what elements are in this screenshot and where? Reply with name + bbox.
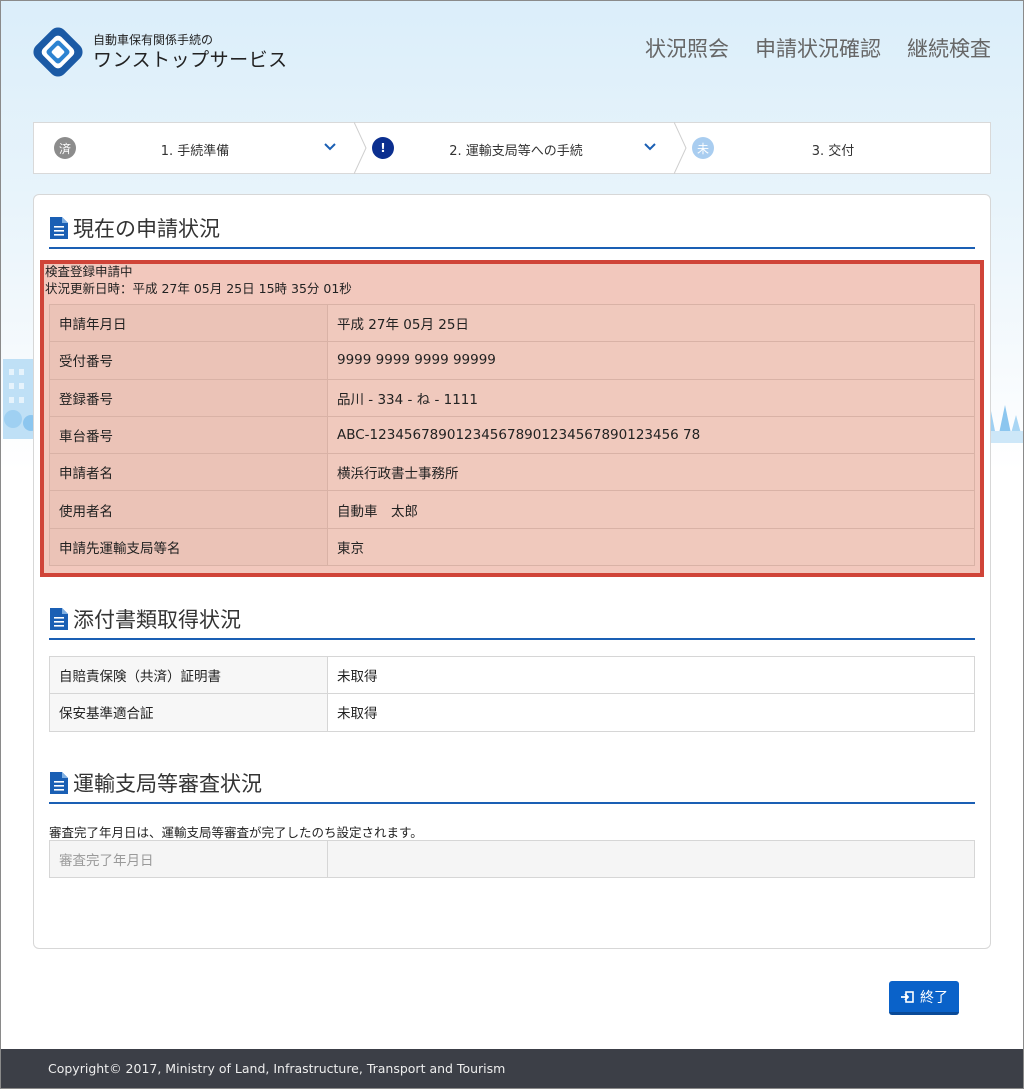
table-row: 申請先運輸支局等名 東京 — [49, 527, 975, 567]
end-button[interactable]: 終了 — [889, 981, 959, 1015]
chevron-down-icon[interactable] — [642, 139, 658, 155]
row-key: 審査完了年月日 — [49, 839, 328, 879]
end-button-label: 終了 — [920, 989, 948, 1006]
status-info: 検査登録申請中 状況更新日時：平成 27年 05月 25日 15時 35分 01… — [45, 263, 352, 297]
section-current-status: 現在の申請状況 — [49, 209, 975, 249]
row-value: 東京 — [327, 527, 975, 567]
table-row: 自賠責保険（共済）証明書 未取得 — [49, 655, 975, 695]
step-separator-arrow — [354, 122, 367, 174]
site-header: 自動車保有関係手続の ワンストップサービス 状況照会 申請状況確認 継続検査 — [1, 1, 1023, 111]
nav-continuous-inspection[interactable]: 継続検査 — [907, 33, 991, 63]
document-icon — [50, 217, 68, 239]
row-key: 使用者名 — [49, 490, 328, 529]
table-row: 受付番号 9999 9999 9999 99999 — [49, 341, 975, 380]
exit-icon — [901, 990, 914, 1003]
status-updated: 状況更新日時：平成 27年 05月 25日 15時 35分 01秒 — [45, 281, 352, 296]
attachments-table: 自賠責保険（共済）証明書 未取得 保安基準適合証 未取得 — [49, 655, 975, 732]
table-row: 申請者名 横浜行政書士事務所 — [49, 453, 975, 492]
row-value: 未取得 — [327, 693, 975, 732]
section-title: 運輸支局等審査状況 — [73, 772, 262, 796]
row-value: 横浜行政書士事務所 — [327, 453, 975, 492]
progress-steps: 済 1. 手続準備 ! 2. 運輸支局等への手続 未 3. 交付 — [33, 122, 991, 174]
row-value: 9999 9999 9999 99999 — [327, 341, 975, 380]
row-value: 未取得 — [327, 655, 975, 695]
nav-application-status[interactable]: 申請状況確認 — [755, 33, 881, 63]
step-label: 2. 運輸支局等への手続 — [449, 144, 583, 159]
row-value — [327, 839, 975, 879]
logo-mark-icon — [33, 27, 83, 77]
site-logo[interactable]: 自動車保有関係手続の ワンストップサービス — [31, 25, 288, 79]
row-key: 車台番号 — [49, 415, 328, 455]
table-row: 申請年月日 平成 27年 05月 25日 — [49, 303, 975, 343]
document-icon — [50, 772, 68, 794]
row-value: ABC-123456789012345678901234567890123456… — [327, 415, 975, 455]
nav-status-inquiry[interactable]: 状況照会 — [645, 33, 729, 63]
table-row: 保安基準適合証 未取得 — [49, 693, 975, 732]
section-title: 現在の申請状況 — [73, 217, 220, 241]
review-table: 審査完了年月日 — [49, 839, 975, 879]
row-value: 自動車 太郎 — [327, 490, 975, 529]
chevron-down-icon[interactable] — [322, 139, 338, 155]
step-2[interactable]: ! 2. 運輸支局等への手続 — [356, 122, 687, 174]
logo-title: ワンストップサービス — [93, 49, 288, 71]
row-key: 保安基準適合証 — [49, 693, 328, 732]
current-status-table: 申請年月日 平成 27年 05月 25日 受付番号 9999 9999 9999 9… — [49, 303, 975, 567]
section-attachments: 添付書類取得状況 — [49, 600, 975, 640]
site-footer: Copyright© 2017, Ministry of Land, Infra… — [1, 1049, 1023, 1088]
top-navigation: 状況照会 申請状況確認 継続検査 — [645, 33, 991, 63]
row-key: 申請者名 — [49, 453, 328, 492]
row-value: 平成 27年 05月 25日 — [327, 303, 975, 343]
row-key: 申請年月日 — [49, 303, 328, 343]
table-row: 登録番号 品川 - 334 - ね - 1111 — [49, 378, 975, 417]
section-review: 運輸支局等審査状況 — [49, 764, 975, 804]
logo-subtitle: 自動車保有関係手続の — [93, 33, 214, 47]
table-row: 使用者名 自動車 太郎 — [49, 490, 975, 529]
table-row: 審査完了年月日 — [49, 839, 975, 879]
status-label: 検査登録申請中 — [45, 264, 133, 279]
main-panel: 現在の申請状況 検査登録申請中 状況更新日時：平成 27年 05月 25日 15… — [33, 194, 991, 949]
document-icon — [50, 608, 68, 630]
review-note: 審査完了年月日は、運輸支局等審査が完了したのち設定されます。 — [49, 825, 423, 840]
row-value: 品川 - 334 - ね - 1111 — [327, 378, 975, 417]
row-key: 自賠責保険（共済）証明書 — [49, 655, 328, 695]
step-label: 1. 手続準備 — [160, 144, 230, 159]
step-1[interactable]: 済 1. 手続準備 — [34, 122, 367, 174]
step-label: 3. 交付 — [811, 144, 855, 159]
section-title: 添付書類取得状況 — [73, 608, 241, 632]
row-key: 受付番号 — [49, 341, 328, 380]
row-key: 登録番号 — [49, 378, 328, 417]
table-row: 車台番号 ABC-12345678901234567890123456789012… — [49, 415, 975, 455]
row-key: 申請先運輸支局等名 — [49, 527, 328, 567]
step-separator-arrow — [674, 122, 687, 174]
step-3[interactable]: 未 3. 交付 — [676, 123, 990, 173]
copyright-text: Copyright© 2017, Ministry of Land, Infra… — [48, 1061, 506, 1076]
